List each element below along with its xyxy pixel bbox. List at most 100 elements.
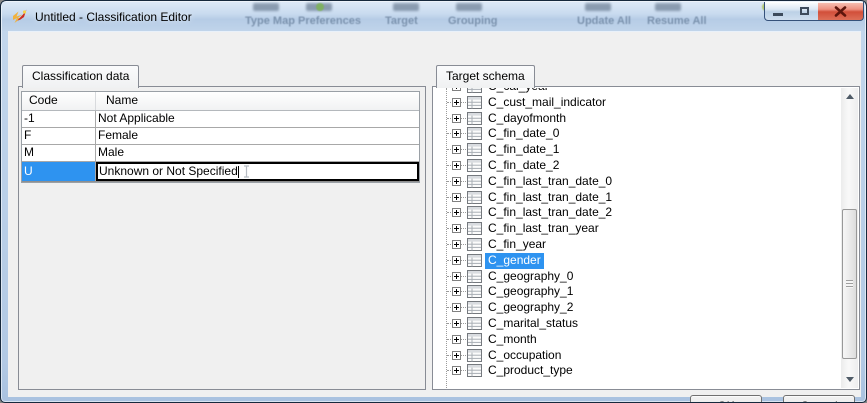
tree-item[interactable]: C_fin_date_0 xyxy=(434,126,841,142)
tree-item-label[interactable]: C_fin_date_2 xyxy=(485,158,562,174)
tree-item[interactable]: C_fin_date_1 xyxy=(434,142,841,158)
table-icon xyxy=(467,317,482,330)
expand-plus-icon[interactable] xyxy=(452,129,461,138)
tree-item[interactable]: C_fin_last_tran_date_2 xyxy=(434,205,841,221)
table-row[interactable]: U Unknown or Not Specified xyxy=(22,162,419,182)
tree-item-label[interactable]: C_dayofmonth xyxy=(485,111,569,127)
tree-item-label[interactable]: C_fin_date_0 xyxy=(485,126,562,142)
tree-item[interactable]: C_cust_mail_indicator xyxy=(434,95,841,111)
ok-button[interactable]: OK xyxy=(690,395,762,403)
table-row[interactable]: -1 Not Applicable xyxy=(22,111,419,128)
scroll-up-button[interactable] xyxy=(841,88,858,105)
tree-item[interactable]: C_occupation xyxy=(434,348,841,364)
tree-item[interactable]: C_geography_2 xyxy=(434,300,841,316)
name-cell[interactable]: Female xyxy=(96,128,419,144)
dialog-window: Type MapPreferencesTargetGroupingUpdate … xyxy=(0,0,867,403)
tree-item-label[interactable]: C_gender xyxy=(485,253,544,269)
name-cell[interactable]: Not Applicable xyxy=(96,111,419,127)
name-cell[interactable]: Unknown or Not Specified xyxy=(96,162,419,181)
expand-plus-icon[interactable] xyxy=(452,193,461,202)
table-icon xyxy=(467,349,482,362)
expand-plus-icon[interactable] xyxy=(452,240,461,249)
tab-classification-data[interactable]: Classification data xyxy=(22,65,139,88)
expand-plus-icon[interactable] xyxy=(452,161,461,170)
scrollbar-thumb[interactable] xyxy=(842,209,857,359)
close-button[interactable] xyxy=(818,2,864,21)
table-row[interactable]: M Male xyxy=(22,145,419,162)
code-cell[interactable]: -1 xyxy=(22,111,96,127)
expand-plus-icon[interactable] xyxy=(452,366,461,375)
table-row[interactable]: F Female xyxy=(22,128,419,145)
column-header-code[interactable]: Code xyxy=(22,92,96,110)
tree-item[interactable]: C_geography_1 xyxy=(434,284,841,300)
tree-item[interactable]: C_product_type xyxy=(434,363,841,379)
tree-scrollbar[interactable] xyxy=(841,88,858,388)
title-bar[interactable]: Type MapPreferencesTargetGroupingUpdate … xyxy=(2,2,865,31)
tree-item[interactable]: C_cal_year xyxy=(434,88,841,95)
code-cell[interactable]: M xyxy=(22,145,96,161)
table-icon xyxy=(467,222,482,235)
table-icon xyxy=(467,112,482,125)
tree-connector xyxy=(461,355,466,356)
expand-plus-icon[interactable] xyxy=(452,319,461,328)
maximize-button[interactable] xyxy=(791,2,819,21)
table-icon xyxy=(467,254,482,267)
expand-plus-icon[interactable] xyxy=(452,256,461,265)
tree-item[interactable]: C_fin_year xyxy=(434,237,841,253)
expand-plus-icon[interactable] xyxy=(452,98,461,107)
expand-plus-icon[interactable] xyxy=(452,351,461,360)
tree-item[interactable]: C_dayofmonth xyxy=(434,111,841,127)
tree-item-label[interactable]: C_fin_last_tran_year xyxy=(485,221,602,237)
tab-target-schema[interactable]: Target schema xyxy=(436,65,535,88)
expand-plus-icon[interactable] xyxy=(452,224,461,233)
tree-item-label[interactable]: C_fin_year xyxy=(485,237,549,253)
tree-item-label[interactable]: C_marital_status xyxy=(485,316,581,332)
expand-plus-icon[interactable] xyxy=(452,145,461,154)
tree-connector xyxy=(461,370,466,371)
tree-item[interactable]: C_marital_status xyxy=(434,316,841,332)
table-icon xyxy=(467,364,482,377)
tree-item-label[interactable]: C_fin_date_1 xyxy=(485,142,562,158)
tree-connector xyxy=(461,291,466,292)
tree-item[interactable]: C_gender xyxy=(434,253,841,269)
cancel-button[interactable]: Cancel xyxy=(783,395,855,403)
tree-item-label[interactable]: C_month xyxy=(485,332,540,348)
expand-plus-icon[interactable] xyxy=(452,88,461,91)
tree-item[interactable]: C_fin_last_tran_year xyxy=(434,221,841,237)
classification-data-page: Code Name -1 Not Applicable F Female M M… xyxy=(18,86,426,390)
expand-plus-icon[interactable] xyxy=(452,303,461,312)
expand-plus-icon[interactable] xyxy=(452,272,461,281)
tree-connector xyxy=(461,260,466,261)
expand-plus-icon[interactable] xyxy=(452,287,461,296)
minimize-button[interactable] xyxy=(764,2,792,21)
tree-item-label[interactable]: C_geography_2 xyxy=(485,300,576,316)
tree-item-label[interactable]: C_geography_1 xyxy=(485,284,576,300)
scroll-down-button[interactable] xyxy=(841,371,858,388)
table-icon xyxy=(467,285,482,298)
code-cell[interactable]: F xyxy=(22,128,96,144)
tree-item-label[interactable]: C_fin_last_tran_date_2 xyxy=(485,205,615,221)
tree-item[interactable]: C_fin_last_tran_date_0 xyxy=(434,174,841,190)
tree-item-label[interactable]: C_cal_year xyxy=(485,88,552,95)
name-cell[interactable]: Male xyxy=(96,145,419,161)
tree-item[interactable]: C_geography_0 xyxy=(434,269,841,285)
code-cell[interactable]: U xyxy=(22,162,96,181)
column-header-name[interactable]: Name xyxy=(96,92,419,110)
tree-item[interactable]: C_fin_last_tran_date_1 xyxy=(434,190,841,206)
tree-item-label[interactable]: C_cust_mail_indicator xyxy=(485,95,609,111)
expand-plus-icon[interactable] xyxy=(452,114,461,123)
table-icon xyxy=(467,270,482,283)
expand-plus-icon[interactable] xyxy=(452,177,461,186)
tree-item[interactable]: C_month xyxy=(434,332,841,348)
tree-connector xyxy=(461,228,466,229)
tree-item-label[interactable]: C_occupation xyxy=(485,348,564,364)
table-icon xyxy=(467,301,482,314)
expand-plus-icon[interactable] xyxy=(452,335,461,344)
screen: Type MapPreferencesTargetGroupingUpdate … xyxy=(0,0,867,403)
tree-item-label[interactable]: C_fin_last_tran_date_1 xyxy=(485,190,615,206)
expand-plus-icon[interactable] xyxy=(452,208,461,217)
tree-item-label[interactable]: C_geography_0 xyxy=(485,269,576,285)
tree-item[interactable]: C_fin_date_2 xyxy=(434,158,841,174)
tree-item-label[interactable]: C_fin_last_tran_date_0 xyxy=(485,174,615,190)
tree-item-label[interactable]: C_product_type xyxy=(485,363,576,379)
